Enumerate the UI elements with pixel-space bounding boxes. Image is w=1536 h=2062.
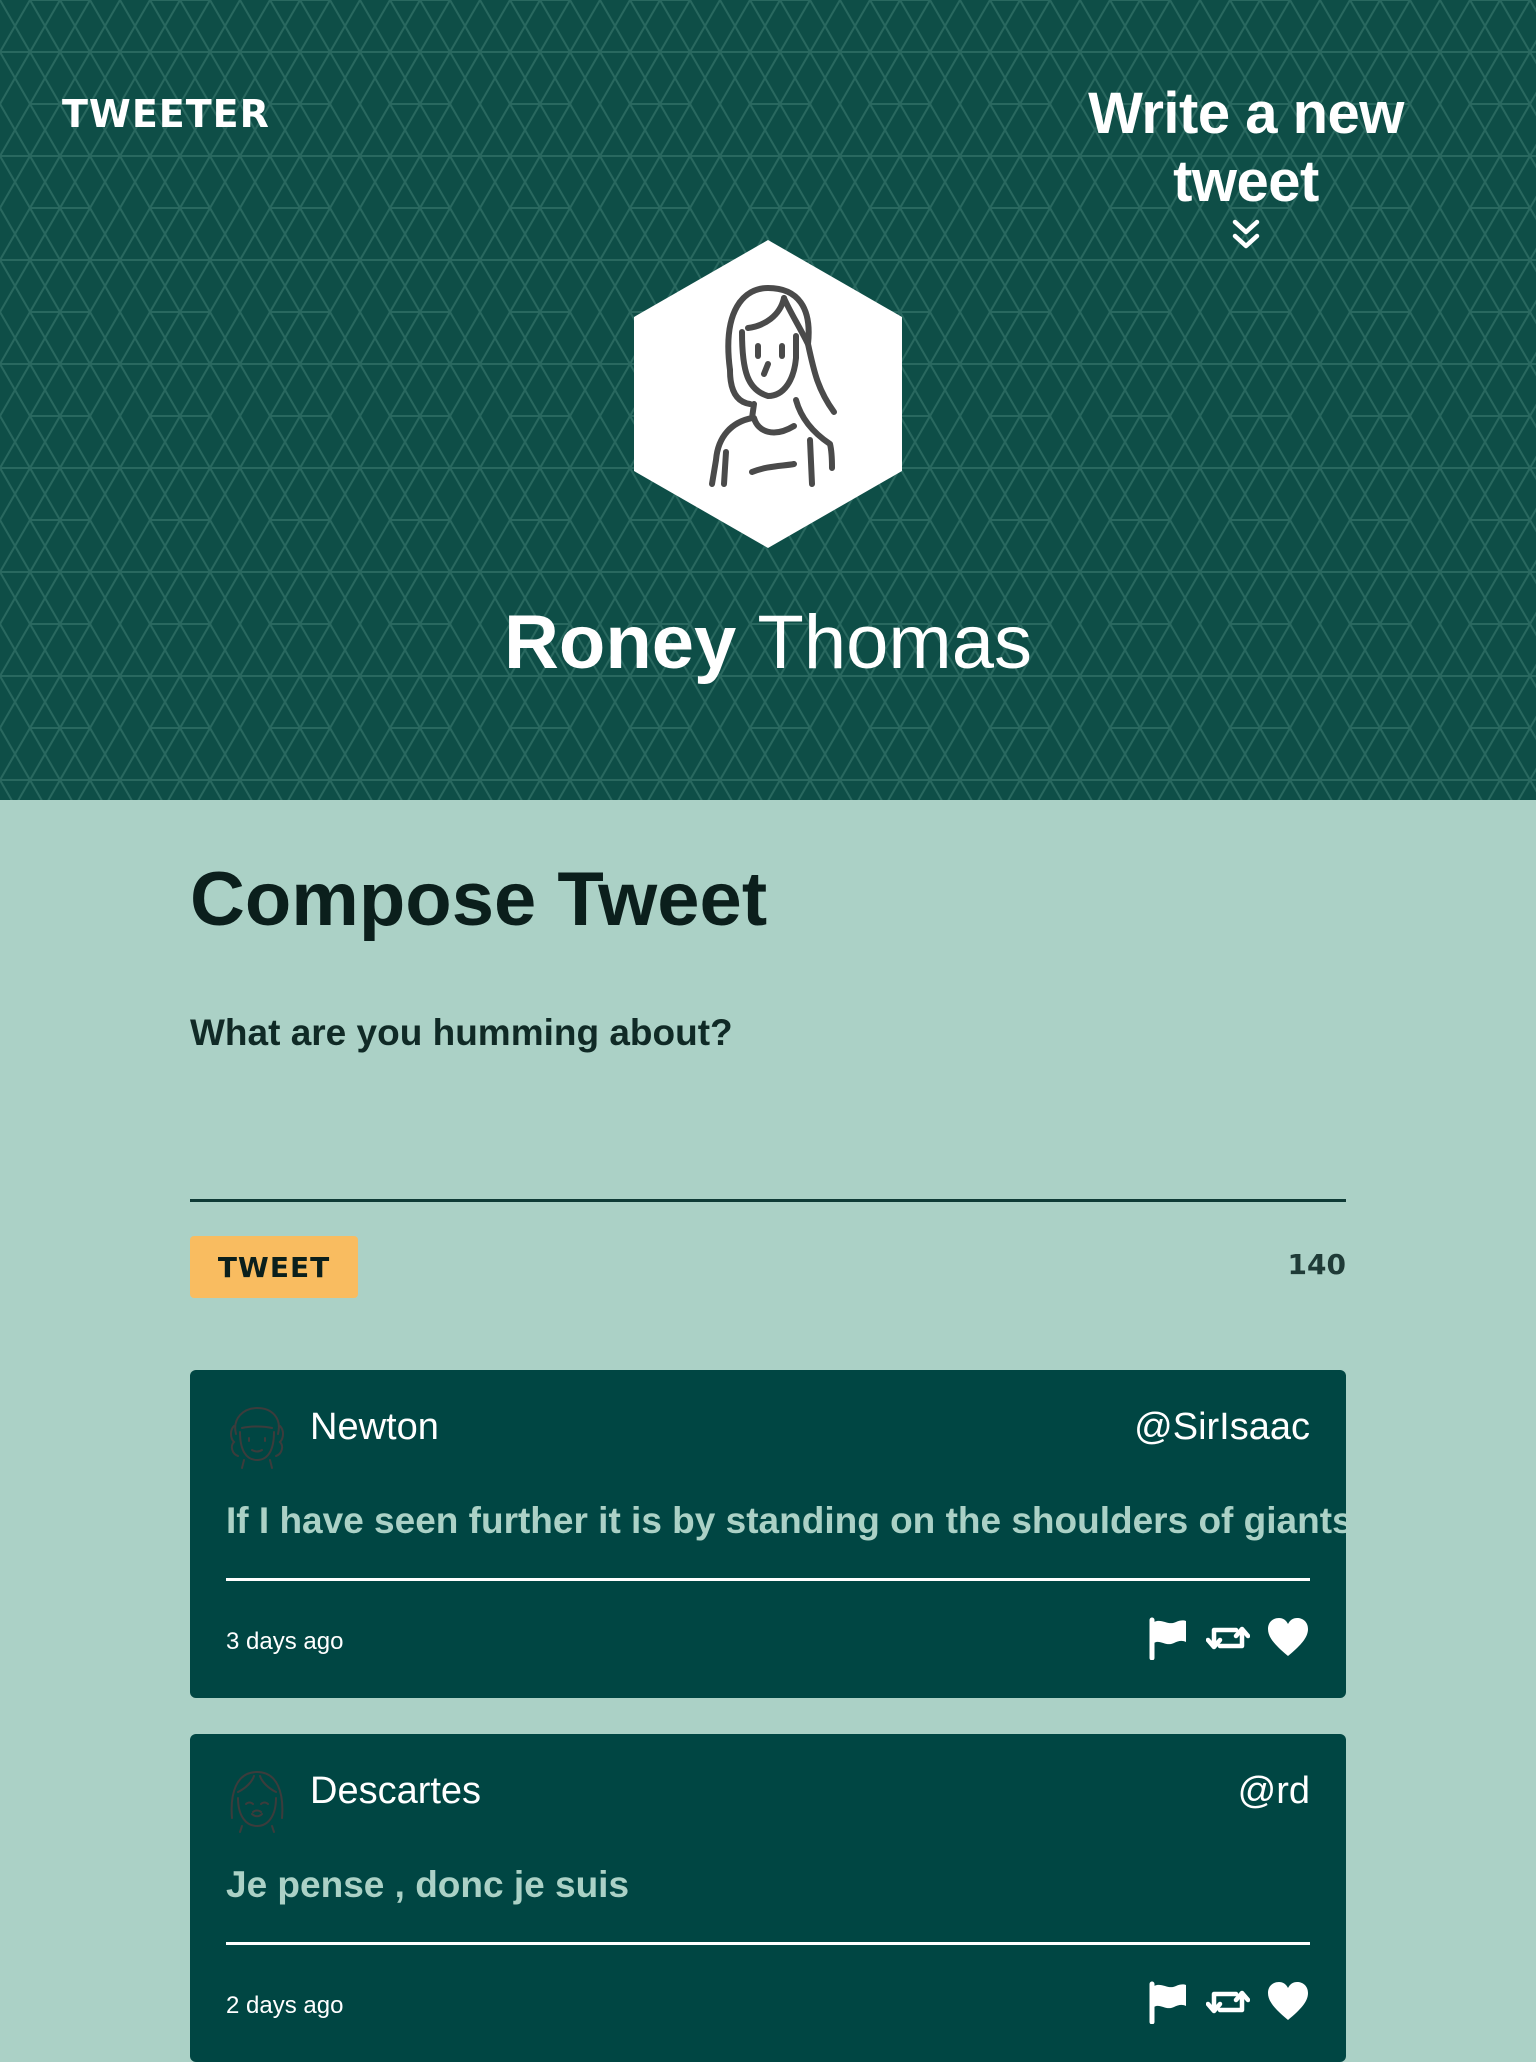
tweet-divider [226,1578,1310,1581]
tweet-timestamp: 3 days ago [226,1628,344,1655]
character-counter: 140 [1287,1248,1346,1281]
brand-logo[interactable]: TWEETER [62,92,270,136]
tweet-card: Newton @SirIsaac If I have seen further … [190,1370,1353,1698]
flag-icon[interactable] [1146,1980,1190,2024]
heart-icon[interactable] [1266,1616,1310,1660]
tweet-textarea[interactable] [190,1062,1346,1202]
tweet-content: Je pense , donc je suis [226,1864,630,1905]
tweet-actions [1146,1616,1310,1660]
profile-first-name: Roney [504,600,737,685]
tweet-author-handle[interactable]: @SirIsaac [1134,1406,1310,1449]
tweet-author-name: Descartes [310,1770,482,1812]
tweet-author-name: Newton [310,1406,439,1448]
retweet-icon[interactable] [1206,1616,1250,1660]
tweet-content: If I have seen further it is by standing… [226,1500,1353,1541]
write-new-tweet-label[interactable]: Write a new tweet [1016,80,1476,216]
double-chevron-down-icon[interactable] [1231,218,1261,252]
heart-icon[interactable] [1266,1980,1310,2024]
profile-last-name: Thomas [757,600,1032,685]
profile-name: Roney Thomas [0,598,1536,688]
flag-icon[interactable] [1146,1616,1190,1660]
tweet-submit-button[interactable]: TWEET [190,1236,358,1298]
tweet-timestamp: 2 days ago [226,1992,344,2019]
tweet-divider [226,1942,1310,1945]
profile-header: TWEETER Write a new tweet Roney Thomas [0,0,1536,800]
write-new-tweet-toggle[interactable]: Write a new tweet [1016,80,1476,252]
tweet-author-handle[interactable]: @rd [1238,1770,1310,1813]
descartes-avatar-icon [230,1770,284,1833]
woman-avatar-icon [634,240,902,548]
tweet-card: Descartes @rd Je pense , donc je suis 2 … [190,1734,1346,2062]
newton-avatar-icon [230,1406,284,1469]
profile-avatar [634,240,902,548]
tweet-actions [1146,1980,1310,2024]
compose-label: What are you humming about? [190,1012,733,1053]
compose-title: Compose Tweet [190,857,768,942]
retweet-icon[interactable] [1206,1980,1250,2024]
